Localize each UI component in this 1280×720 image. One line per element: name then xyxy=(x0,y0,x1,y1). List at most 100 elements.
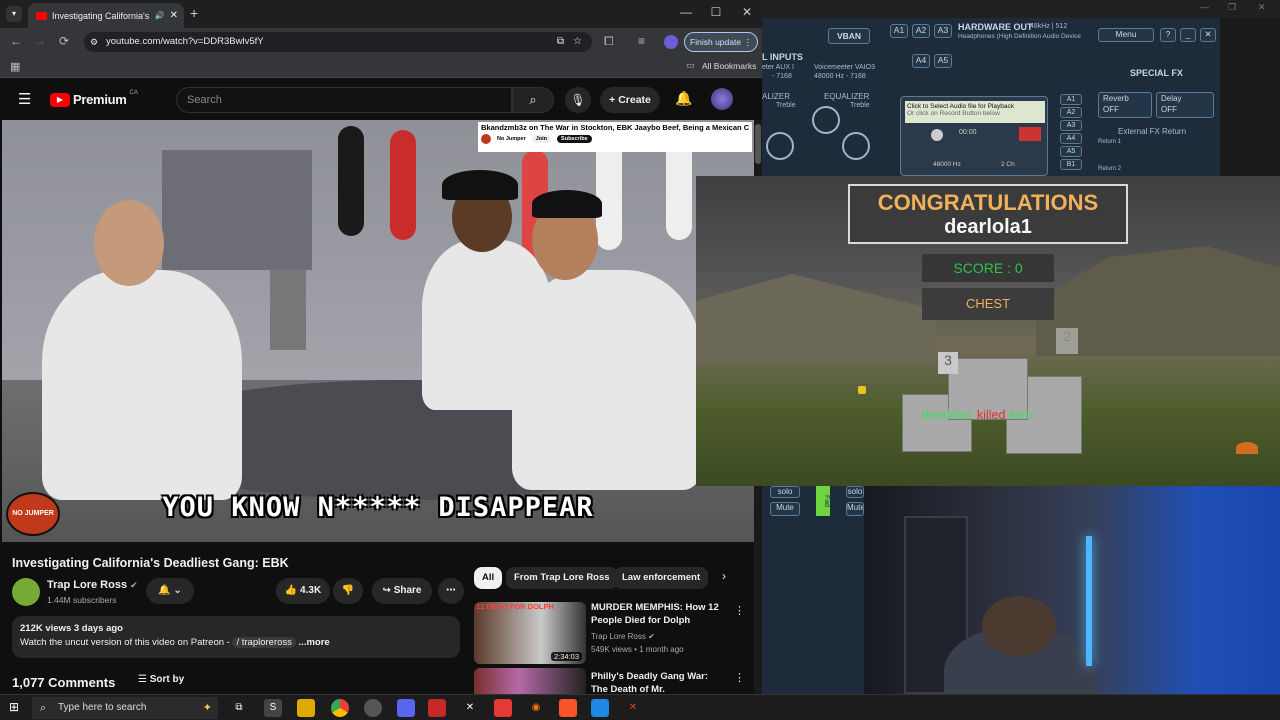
bus-a1-button[interactable]: A1 xyxy=(890,24,908,38)
search-input[interactable]: Search xyxy=(176,87,512,113)
profile-avatar[interactable] xyxy=(664,35,678,49)
bookmark-star-icon[interactable]: ☆ xyxy=(573,32,582,52)
forward-icon[interactable]: → xyxy=(34,34,46,48)
taskbar-search-input[interactable]: ⌕ Type here to search ✦ xyxy=(32,697,218,719)
channel-name[interactable]: Trap Lore Ross ✔ xyxy=(47,579,138,591)
game-viewport[interactable]: CONGRATULATIONS dearlola1 SCORE : 0 CHES… xyxy=(696,176,1280,486)
bus-b1-button[interactable]: B1 xyxy=(1060,159,1082,170)
bus-a2-button[interactable]: A2 xyxy=(912,24,930,38)
kebab-menu-icon[interactable]: ⋮ xyxy=(734,604,745,617)
bus-a5-button[interactable]: A5 xyxy=(1060,146,1082,157)
recommendation-thumbnail[interactable]: 12 DEAD FOR DOLPH 2:34:03 xyxy=(474,602,586,664)
file-explorer-icon[interactable] xyxy=(297,699,315,717)
hamburger-menu-icon[interactable]: ☰ xyxy=(18,90,31,108)
minimize-button[interactable]: _ xyxy=(1180,28,1196,42)
bus-a3-button[interactable]: A3 xyxy=(934,24,952,38)
help-button[interactable]: ? xyxy=(1160,28,1176,42)
minimize-button[interactable]: — xyxy=(676,5,696,19)
active-tab[interactable]: Investigating California's De 🔊 ✕ xyxy=(28,3,184,28)
eq-knob[interactable] xyxy=(766,132,794,160)
vban-button[interactable]: VBAN xyxy=(828,28,870,44)
extensions-icon[interactable]: ⧠ xyxy=(604,34,614,49)
speaker-icon[interactable]: 🔊 xyxy=(155,11,165,20)
more-link[interactable]: ...more xyxy=(299,637,330,648)
share-button[interactable]: ↪ Share xyxy=(372,578,432,604)
close-window-button[interactable]: ✕ xyxy=(1258,2,1266,13)
bus-a2-button[interactable]: A2 xyxy=(1060,107,1082,118)
task-view-icon[interactable]: ⧉ xyxy=(230,699,248,717)
search-button[interactable]: ⌕ xyxy=(512,87,554,113)
back-icon[interactable]: ← xyxy=(10,34,22,48)
like-button[interactable]: 👍 4.3K xyxy=(276,578,330,604)
promo-join-button[interactable]: Join xyxy=(531,135,552,143)
recommendation-title[interactable]: MURDER MEMPHIS: How 12 People Died for D… xyxy=(591,601,721,627)
app-icon[interactable] xyxy=(494,699,512,717)
more-actions-button[interactable]: ⋯ xyxy=(438,578,464,604)
bus-a1-button[interactable]: A1 xyxy=(1060,94,1082,105)
minimize-button[interactable]: — xyxy=(1200,2,1209,12)
blender-icon[interactable]: ◉ xyxy=(527,699,545,717)
description-box[interactable]: 212K views 3 days ago Watch the uncut ve… xyxy=(12,616,460,658)
reload-icon[interactable]: ⟳ xyxy=(59,34,69,48)
brave-icon[interactable] xyxy=(559,699,577,717)
dislike-button[interactable]: 👎 xyxy=(333,578,363,604)
sort-by-button[interactable]: ☰ Sort by xyxy=(138,674,184,685)
rewind-button[interactable] xyxy=(931,129,943,141)
chrome-icon[interactable] xyxy=(331,699,349,717)
maximize-button[interactable]: ❐ xyxy=(1228,2,1236,13)
app-icon[interactable] xyxy=(428,699,446,717)
apps-grid-icon[interactable]: ▦ xyxy=(10,60,20,73)
install-icon[interactable]: ⧉ xyxy=(557,32,564,52)
close-window-button[interactable]: ✕ xyxy=(737,5,757,19)
scrollbar-thumb[interactable] xyxy=(755,124,761,164)
all-bookmarks-link[interactable]: All Bookmarks xyxy=(702,61,756,71)
chevron-right-icon[interactable]: › xyxy=(722,569,726,583)
channel-avatar[interactable] xyxy=(12,578,40,606)
fader-slider[interactable]: Fad xyxy=(816,486,830,516)
delay-button[interactable]: Delay OFF xyxy=(1156,92,1214,118)
mute-button[interactable]: Mute xyxy=(846,502,864,516)
close-button[interactable]: ✕ xyxy=(1200,28,1216,42)
bus-a4-button[interactable]: A4 xyxy=(912,54,930,68)
account-avatar[interactable] xyxy=(711,88,733,110)
media-control-icon[interactable]: ≡ xyxy=(638,34,645,48)
promo-overlay[interactable]: Bkandzmb3z on The War in Stockton, EBK J… xyxy=(478,122,752,152)
file-select-box[interactable]: Click to Select Audio file for Playback … xyxy=(905,101,1045,123)
tab-close-icon[interactable]: ✕ xyxy=(170,10,184,21)
maximize-button[interactable]: ☐ xyxy=(706,5,726,19)
video-player[interactable]: Bkandzmb3z on The War in Stockton, EBK J… xyxy=(2,120,754,542)
app-icon[interactable] xyxy=(364,699,382,717)
chip-all[interactable]: All xyxy=(474,567,503,589)
finish-update-button[interactable]: Finish update ⋮ xyxy=(684,32,758,52)
bus-a4-button[interactable]: A4 xyxy=(1060,133,1082,144)
eq-knob[interactable] xyxy=(842,132,870,160)
kebab-menu-icon[interactable]: ⋮ xyxy=(734,671,745,684)
address-bar[interactable]: ⚙ youtube.com/watch?v=DDR3Bwlv5fY ⧉ ☆ xyxy=(84,32,592,52)
create-button[interactable]: + Create xyxy=(600,87,660,113)
promo-subscribe-button[interactable]: Subscribe xyxy=(557,135,592,143)
voice-search-button[interactable]: 🎙 xyxy=(565,87,591,113)
chip-from-channel[interactable]: From Trap Lore Ross xyxy=(506,567,618,589)
app-icon[interactable]: ✕ xyxy=(624,699,642,717)
app-icon[interactable]: ✕ xyxy=(461,699,479,717)
app-icon[interactable]: S xyxy=(264,699,282,717)
site-info-icon[interactable]: ⚙ xyxy=(90,32,98,52)
vscode-icon[interactable] xyxy=(591,699,609,717)
recommendation-channel[interactable]: Trap Lore Ross ✔ xyxy=(591,632,655,641)
new-tab-button[interactable]: + xyxy=(190,5,198,21)
mute-button[interactable]: Mute xyxy=(770,502,800,516)
discord-icon[interactable] xyxy=(397,699,415,717)
youtube-logo[interactable]: ▶ Premium CA xyxy=(50,90,138,107)
bus-a3-button[interactable]: A3 xyxy=(1060,120,1082,131)
recommendation-title[interactable]: Philly's Deadly Gang War: The Death of M… xyxy=(591,670,721,694)
solo-button[interactable]: solo xyxy=(770,486,800,498)
notifications-bell-icon[interactable]: 🔔 xyxy=(675,90,692,107)
notification-bell-button[interactable]: 🔔 ⌄ xyxy=(146,578,194,604)
reverb-button[interactable]: Reverb OFF xyxy=(1098,92,1152,118)
tab-search-button[interactable]: ▾ xyxy=(6,6,22,22)
solo-button[interactable]: solo xyxy=(846,486,864,498)
patreon-link[interactable]: / traploreross xyxy=(232,637,296,648)
eq-knob[interactable] xyxy=(812,106,840,134)
windows-start-icon[interactable]: ⊞ xyxy=(9,700,19,714)
recommendation-thumbnail[interactable] xyxy=(474,668,586,694)
